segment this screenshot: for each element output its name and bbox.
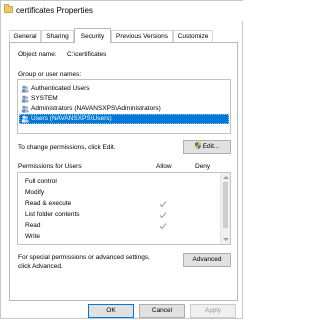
scroll-up-icon[interactable]	[223, 176, 229, 179]
table-row: Write	[25, 233, 41, 240]
folder-icon	[4, 4, 13, 13]
edit-button[interactable]: Edit...	[183, 140, 231, 154]
table-row: Read	[18, 221, 216, 231]
table-row: Read & execute	[18, 199, 216, 209]
permissions-list[interactable]: Full control Modify Read & execute List …	[17, 172, 231, 245]
permissions-header: Permissions for Users	[18, 163, 82, 170]
list-item[interactable]: Authenticated Users	[19, 84, 229, 94]
group-user-list[interactable]: Authenticated Users SYSTEM Administrator…	[17, 79, 231, 134]
properties-window: certificates Properties General Sharing …	[0, 0, 243, 319]
tab-previous-versions[interactable]: Previous Versions	[111, 30, 173, 42]
check-icon	[159, 223, 167, 230]
tab-sharing[interactable]: Sharing	[41, 30, 74, 42]
tab-strip: General Sharing Security Previous Versio…	[9, 28, 237, 43]
scroll-down-icon[interactable]	[223, 238, 229, 241]
permissions-scrollbar[interactable]	[220, 173, 230, 244]
table-row: Full control	[25, 178, 57, 185]
advanced-text-line2: click Advanced.	[18, 263, 63, 270]
tab-security[interactable]: Security	[74, 28, 111, 43]
list-item-selected[interactable]: Users (NAVANSXPS\Users)	[19, 114, 229, 124]
list-item[interactable]: SYSTEM	[19, 94, 229, 104]
object-name-label: Object name:	[18, 51, 57, 58]
table-row: List folder contents	[18, 210, 216, 220]
users-icon	[21, 115, 29, 123]
window-title: certificates Properties	[16, 6, 93, 15]
deny-column-header: Deny	[195, 163, 211, 170]
change-permissions-text: To change permissions, click Edit.	[18, 144, 116, 151]
check-icon	[159, 201, 167, 208]
object-name-value: C:\certificates	[67, 51, 107, 58]
scroll-thumb[interactable]	[223, 182, 228, 228]
users-icon	[21, 85, 29, 93]
title-bar[interactable]: certificates Properties	[1, 1, 243, 21]
table-row: Modify	[25, 189, 45, 196]
tab-general[interactable]: General	[9, 30, 41, 42]
apply-button[interactable]: Apply	[190, 304, 236, 318]
cancel-button[interactable]: Cancel	[139, 304, 185, 318]
advanced-button[interactable]: Advanced	[183, 253, 231, 267]
group-names-label: Group or user names:	[18, 71, 82, 78]
shield-icon	[194, 142, 201, 149]
users-icon	[21, 105, 29, 113]
tab-customize[interactable]: Customize	[173, 30, 213, 42]
allow-column-header: Allow	[156, 163, 172, 170]
ok-button[interactable]: OK	[88, 304, 134, 318]
check-icon	[159, 212, 167, 219]
users-icon	[21, 95, 29, 103]
list-item[interactable]: Administrators (NAVANSXPS\Administrators…	[19, 104, 229, 114]
advanced-text-line1: For special permissions or advanced sett…	[18, 254, 150, 261]
